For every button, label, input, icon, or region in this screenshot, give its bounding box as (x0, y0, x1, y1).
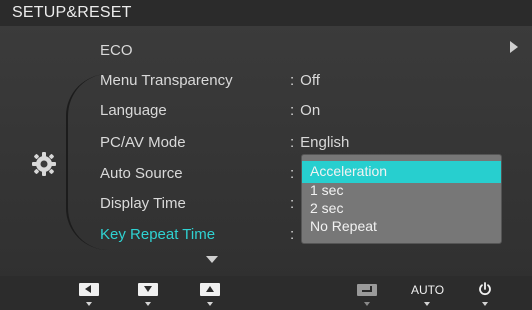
value-separator: : (290, 102, 295, 119)
chevron-right-icon (510, 41, 518, 53)
menu-item-display-time[interactable]: Display Time (100, 195, 186, 212)
dropdown-option-acceleration[interactable]: Acceleration (310, 163, 387, 179)
dropdown-option-2-sec[interactable]: 2 sec (310, 200, 343, 216)
title-bar: SETUP&RESET (0, 0, 532, 26)
value-separator: : (290, 195, 295, 212)
value-separator: : (290, 72, 295, 89)
enter-button-icon[interactable] (357, 284, 377, 296)
button-marker-icon (364, 302, 370, 306)
up-button-icon[interactable] (200, 283, 220, 296)
menu-value-text: Off (300, 72, 320, 89)
auto-button[interactable]: AUTO (411, 283, 444, 297)
menu-value-row: : (290, 195, 300, 212)
button-marker-icon (207, 302, 213, 306)
menu-value-row: : Off (290, 72, 320, 89)
button-marker-icon (86, 302, 92, 306)
gear-icon (32, 152, 56, 176)
category-divider (66, 74, 108, 250)
menu-item-key-repeat-time[interactable]: Key Repeat Time (100, 226, 215, 243)
value-separator: : (290, 134, 295, 151)
button-marker-icon (145, 302, 151, 306)
menu-value-row: : (290, 226, 300, 243)
menu-item-eco[interactable]: ECO (100, 42, 133, 59)
dropdown-option-no-repeat[interactable]: No Repeat (310, 218, 377, 234)
left-button-icon[interactable] (79, 283, 99, 296)
power-icon[interactable] (478, 282, 492, 296)
menu-value-row: : (290, 165, 300, 182)
menu-value-row: : English (290, 134, 349, 151)
menu-item-language[interactable]: Language (100, 102, 167, 119)
button-marker-icon (482, 302, 488, 306)
menu-value-text: On (300, 102, 321, 119)
osd-menu: SETUP&RESET ECO Menu Transparency Langua… (0, 0, 532, 310)
button-marker-icon (424, 302, 430, 306)
menu-title: SETUP&RESET (12, 4, 132, 21)
dropdown-option-1-sec[interactable]: 1 sec (310, 182, 343, 198)
menu-value-text: English (300, 134, 350, 151)
value-separator: : (290, 165, 295, 182)
value-separator: : (290, 226, 295, 243)
menu-item-menu-transparency[interactable]: Menu Transparency (100, 72, 233, 89)
menu-item-auto-source[interactable]: Auto Source (100, 165, 183, 182)
key-repeat-dropdown[interactable]: Acceleration 1 sec 2 sec No Repeat (301, 154, 502, 244)
chevron-down-icon (206, 256, 218, 263)
down-button-icon[interactable] (138, 283, 158, 296)
menu-value-row: : On (290, 102, 320, 119)
menu-item-pc-av-mode[interactable]: PC/AV Mode (100, 134, 186, 151)
